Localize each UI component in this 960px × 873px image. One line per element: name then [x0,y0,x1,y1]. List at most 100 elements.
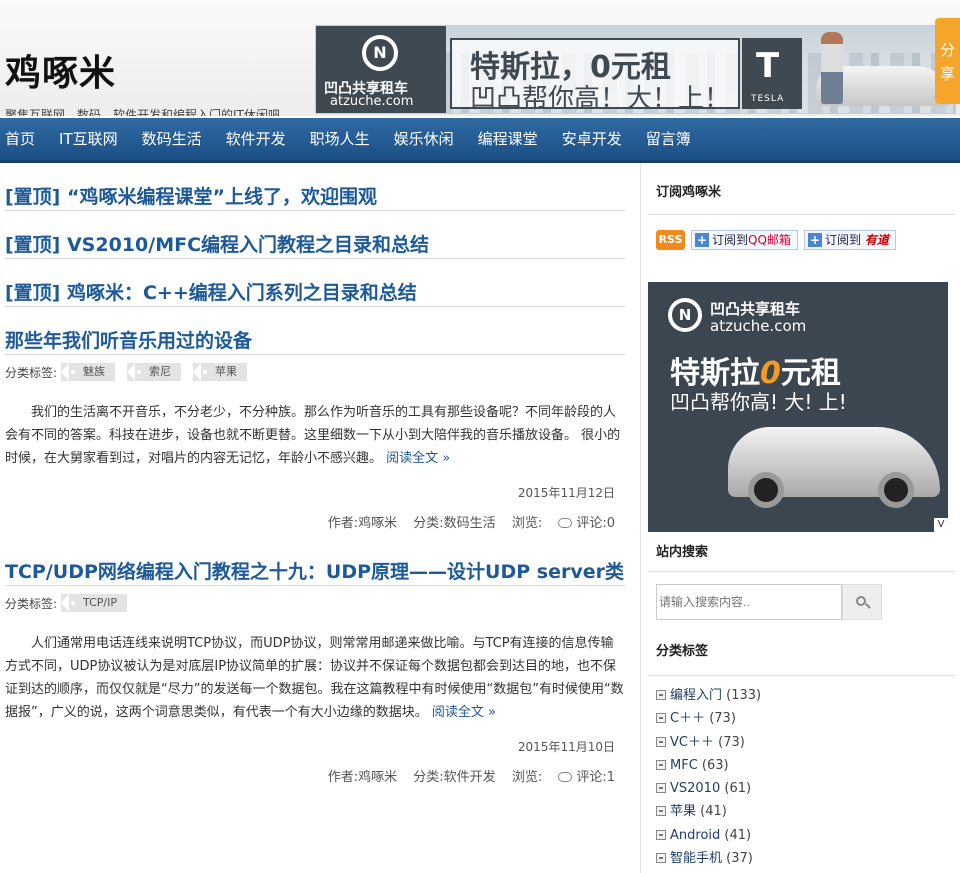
post-views: 浏览: [511,770,543,785]
ad-corner-mark[interactable]: V [934,518,948,532]
subscribe-youdao-brand: 有道 [864,233,889,247]
site-description: 聚焦互联网、数码、软件开发和编程入门的IT休闲吧 [5,108,280,116]
column-divider [640,163,641,873]
sticky-post: [置顶] 鸡啄米：C++编程入门系列之目录和总结 [5,259,625,307]
ad-logo-icon: N [668,298,702,332]
nav-item-entertainment[interactable]: 娱乐休闲 [389,118,461,160]
category-item[interactable]: VS2010 (61) [656,777,955,800]
site-title[interactable]: 鸡啄米 [5,44,116,96]
sidebar: 订阅鸡啄米 RSS + 订阅到QQ邮箱 + 订阅到 有道 N 凹凸共享租车 atzu… [648,163,955,870]
post-views: 浏览: [511,516,543,531]
banner-person-image [821,32,843,104]
sticky-post-link[interactable]: [置顶] VS2010/MFC编程入门教程之目录和总结 [5,230,429,257]
subscribe-youdao-button[interactable]: + 订阅到 有道 [804,230,896,250]
search-form [648,572,955,632]
post-author[interactable]: 作者:鸡啄米 [328,770,397,785]
category-item[interactable]: C＋＋ (73) [656,707,955,730]
nav-item-android-dev[interactable]: 安卓开发 [557,118,629,160]
banner-logo-box: N 凹凸共享租车 atzuche.com [316,26,446,113]
post-title-link[interactable]: TCP/UDP网络编程入门教程之十九：UDP原理——设计UDP server类 [5,557,624,584]
category-bullet-icon [656,783,666,794]
category-bullet-icon [656,806,666,817]
search-input[interactable] [656,584,842,620]
subscribe-youdao-prefix: 订阅到 [825,233,862,247]
share-tab[interactable]: 分享 [935,18,960,104]
sticky-post-link[interactable]: [置顶] 鸡啄米：C++编程入门系列之目录和总结 [5,278,417,305]
category-item[interactable]: MFC (63) [656,754,955,777]
sidebar-ad-banner[interactable]: N 凹凸共享租车 atzuche.com 特斯拉0元租 凹凸帮你高! 大! 上!… [648,282,948,532]
header-banner-ad[interactable]: N 凹凸共享租车 atzuche.com 特斯拉，0元租 凹凸帮你高！大！上！ … [315,25,956,114]
nav-item-digital-life[interactable]: 数码生活 [137,118,209,160]
post-excerpt-text: 我们的生活离不开音乐，不分老少，不分种族。那么作为听音乐的工具有那些设备呢？不同… [5,405,621,466]
category-count: (63) [701,757,729,773]
post-date: 2015年11月12日 [517,486,615,500]
post-meta: 作者:鸡啄米 分类:软件开发 浏览: 评论:1 [5,764,625,792]
category-count: (73) [709,711,736,727]
nav-item-programming-class[interactable]: 编程课堂 [473,118,545,160]
sticky-post: [置顶] “鸡啄米编程课堂”上线了，欢迎围观 [5,163,625,211]
category-bullet-icon [656,713,666,724]
post-date: 2015年11月10日 [517,740,615,754]
tesla-logo-icon: T TESLA [742,38,802,109]
post-author[interactable]: 作者:鸡啄米 [328,516,397,531]
post-category[interactable]: 分类:数码生活 [413,516,495,531]
tag-link[interactable]: 魅族 [61,363,116,381]
nav-item-software-dev[interactable]: 软件开发 [221,118,293,160]
tesla-wordmark: TESLA [751,94,785,104]
category-count: (73) [718,734,745,750]
ad-car-wheel [878,472,914,508]
category-count: (37) [726,851,753,867]
category-item[interactable]: Android (41) [656,824,955,847]
ad-car-wheel [748,472,784,508]
post-title-row: TCP/UDP网络编程入门教程之十九：UDP原理——设计UDP server类 [5,538,625,586]
category-name: VC＋＋ [670,734,714,750]
category-list: 编程入门 (133) C＋＋ (73) VC＋＋ (73) MFC (63) V… [648,676,955,870]
subscribe-qq-mail-button[interactable]: + 订阅到QQ邮箱 [691,230,798,250]
category-item[interactable]: VC＋＋ (73) [656,731,955,754]
post-comments[interactable]: 评论:0 [558,516,615,531]
site-header: 鸡啄米 聚焦互联网、数码、软件开发和编程入门的IT休闲吧 N 凹凸共享租车 at… [0,0,960,116]
banner-slogan-sub: 凹凸帮你高！大！上！ [470,84,731,114]
nav-item-career[interactable]: 职场人生 [305,118,377,160]
read-more-link[interactable]: 阅读全文 » [386,451,450,466]
rss-button[interactable]: RSS [656,230,685,250]
post-comments-count: 评论:0 [576,516,615,531]
nav-item-it-internet[interactable]: IT互联网 [54,118,125,160]
tag-link[interactable]: 苹果 [193,363,248,381]
main-navigation: 首页 IT互联网 数码生活 软件开发 职场人生 娱乐休闲 编程课堂 安卓开发 留… [0,118,960,163]
category-bullet-icon [656,759,666,770]
post-category[interactable]: 分类:软件开发 [413,770,495,785]
post-title-link[interactable]: 那些年我们听音乐用过的设备 [5,326,252,353]
plus-icon: + [695,233,709,247]
search-widget-title: 站内搜索 [648,532,955,572]
comment-icon [558,772,573,782]
tag-link[interactable]: TCP/IP [61,594,128,612]
category-count: (41) [724,827,752,843]
tag-link[interactable]: 索尼 [127,363,182,381]
category-item[interactable]: 编程入门 (133) [656,684,955,707]
post-excerpt-text: 人们通常用电话连线来说明TCP协议，而UDP协议，则常常用邮递来做比喻。与TCP… [5,636,624,720]
nav-item-guestbook[interactable]: 留言簿 [641,118,698,160]
category-item[interactable]: 智能手机 (37) [656,847,955,870]
sticky-post: [置顶] VS2010/MFC编程入门教程之目录和总结 [5,211,625,259]
category-item[interactable]: 苹果 (41) [656,800,955,823]
sticky-post-link[interactable]: [置顶] “鸡啄米编程课堂”上线了，欢迎围观 [5,182,377,209]
subscribe-qq-brand: QQ邮箱 [748,233,791,247]
post-comments[interactable]: 评论:1 [558,770,615,785]
post-item: 那些年我们听音乐用过的设备 分类标签: 魅族 索尼 苹果 我们的生活离不开音乐，… [5,307,625,538]
categories-widget-title: 分类标签 [648,632,955,676]
category-count: (133) [726,688,762,703]
category-name: 编程入门 [670,688,723,703]
post-tags: 分类标签: 魅族 索尼 苹果 [5,355,625,389]
nav-item-home[interactable]: 首页 [0,118,42,160]
ad-brand-name: 凹凸共享租车 [710,300,801,318]
read-more-link[interactable]: 阅读全文 » [432,705,496,720]
post-item: TCP/UDP网络编程入门教程之十九：UDP原理——设计UDP server类 … [5,538,625,792]
search-button[interactable] [842,584,882,620]
tesla-t-letter: T [756,46,780,86]
tags-label: 分类标签: [5,596,58,611]
category-bullet-icon [656,690,666,700]
subscribe-buttons: RSS + 订阅到QQ邮箱 + 订阅到 有道 [648,215,955,272]
category-bullet-icon [656,736,666,747]
plus-icon: + [808,233,822,247]
